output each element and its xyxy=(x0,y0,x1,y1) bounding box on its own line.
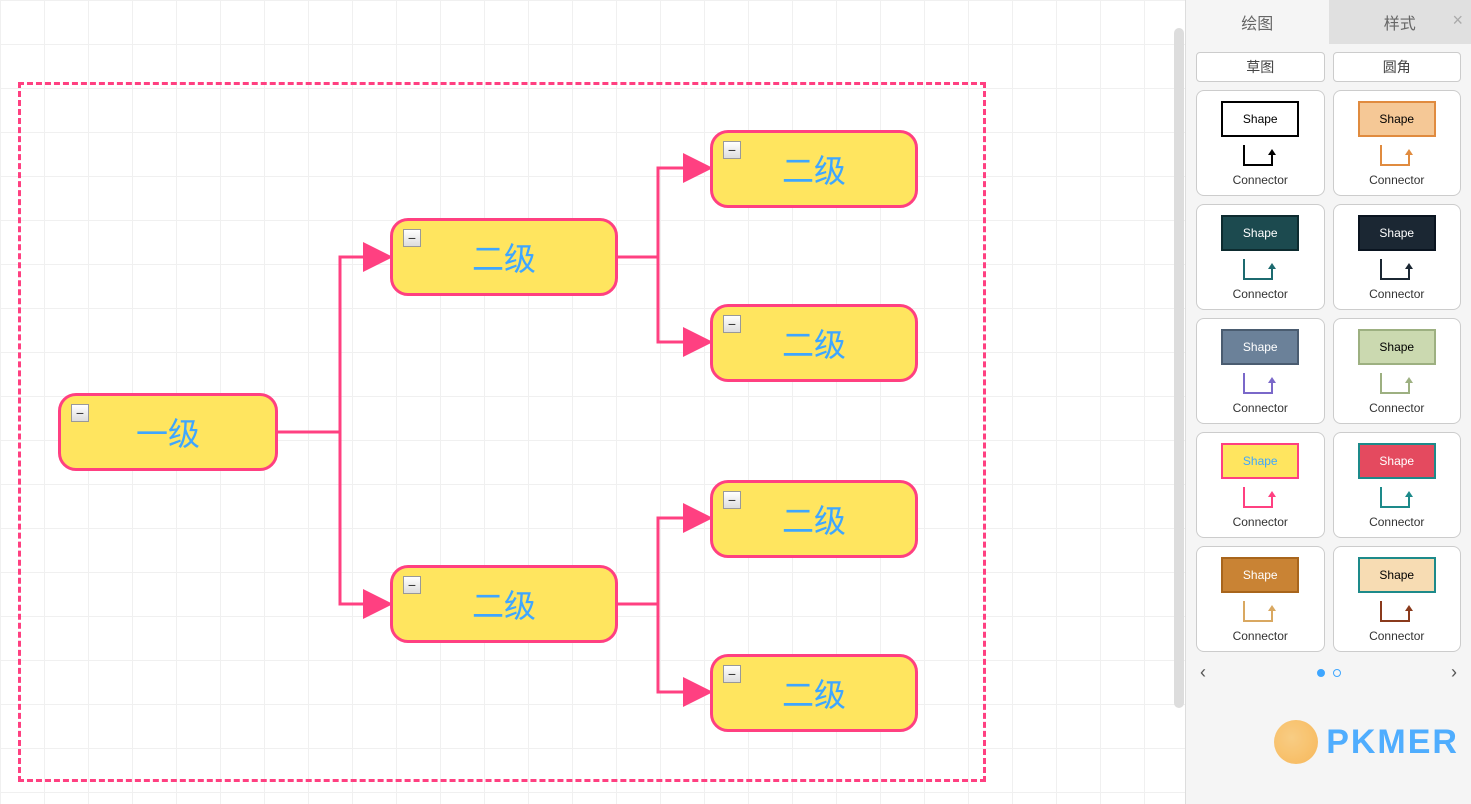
node-l2-2[interactable]: − 二级 xyxy=(390,565,618,643)
style-preset-grid: Shape Connector Shape Connector Shape Connect… xyxy=(1186,90,1471,652)
preset-connector-swatch xyxy=(1238,597,1282,627)
close-icon[interactable]: × xyxy=(1452,10,1463,31)
collapse-icon[interactable]: − xyxy=(403,229,421,247)
preset-connector-label: Connector xyxy=(1369,515,1424,529)
style-preset-4[interactable]: Shape Connector xyxy=(1333,204,1462,310)
preset-connector-label: Connector xyxy=(1369,287,1424,301)
node-l3-4[interactable]: − 二级 xyxy=(710,654,918,732)
preset-connector-label: Connector xyxy=(1233,173,1288,187)
node-label: 二级 xyxy=(472,581,536,627)
preset-connector-swatch xyxy=(1375,255,1419,285)
style-preset-7[interactable]: Shape Connector xyxy=(1196,432,1325,538)
tab-draw[interactable]: 绘图 xyxy=(1186,0,1329,44)
preset-shape-swatch: Shape xyxy=(1221,101,1299,137)
preset-pager: ‹ › xyxy=(1186,652,1471,693)
style-preset-9[interactable]: Shape Connector xyxy=(1196,546,1325,652)
collapse-icon[interactable]: − xyxy=(723,315,741,333)
preset-shape-swatch: Shape xyxy=(1221,557,1299,593)
style-preset-8[interactable]: Shape Connector xyxy=(1333,432,1462,538)
rounded-button[interactable]: 圆角 xyxy=(1333,52,1462,82)
node-l3-1[interactable]: − 二级 xyxy=(710,130,918,208)
preset-connector-swatch xyxy=(1375,141,1419,171)
style-preset-2[interactable]: Shape Connector xyxy=(1333,90,1462,196)
preset-connector-swatch xyxy=(1375,369,1419,399)
style-preset-3[interactable]: Shape Connector xyxy=(1196,204,1325,310)
preset-shape-swatch: Shape xyxy=(1221,329,1299,365)
sketch-button[interactable]: 草图 xyxy=(1196,52,1325,82)
vertical-scrollbar[interactable] xyxy=(1174,28,1184,708)
node-label: 二级 xyxy=(782,496,846,542)
watermark-icon xyxy=(1274,720,1318,764)
preset-connector-label: Connector xyxy=(1233,515,1288,529)
pager-prev[interactable]: ‹ xyxy=(1200,662,1206,683)
preset-connector-swatch xyxy=(1238,255,1282,285)
collapse-icon[interactable]: − xyxy=(71,404,89,422)
node-root[interactable]: − 一级 xyxy=(58,393,278,471)
preset-connector-swatch xyxy=(1375,483,1419,513)
preset-connector-swatch xyxy=(1375,597,1419,627)
preset-shape-swatch: Shape xyxy=(1221,215,1299,251)
node-label: 二级 xyxy=(782,670,846,716)
preset-connector-swatch xyxy=(1238,483,1282,513)
preset-shape-swatch: Shape xyxy=(1358,101,1436,137)
node-l3-3[interactable]: − 二级 xyxy=(710,480,918,558)
preset-connector-label: Connector xyxy=(1369,173,1424,187)
node-l2-1[interactable]: − 二级 xyxy=(390,218,618,296)
preset-connector-label: Connector xyxy=(1233,401,1288,415)
node-label: 二级 xyxy=(782,146,846,192)
style-preset-1[interactable]: Shape Connector xyxy=(1196,90,1325,196)
preset-shape-swatch: Shape xyxy=(1358,215,1436,251)
preset-shape-swatch: Shape xyxy=(1358,329,1436,365)
preset-connector-label: Connector xyxy=(1369,629,1424,643)
preset-connector-swatch xyxy=(1238,141,1282,171)
pager-dot-1[interactable] xyxy=(1317,669,1325,677)
preset-shape-swatch: Shape xyxy=(1221,443,1299,479)
preset-shape-swatch: Shape xyxy=(1358,557,1436,593)
tab-style[interactable]: 样式 xyxy=(1329,0,1471,44)
pager-dots xyxy=(1317,669,1341,677)
style-preset-5[interactable]: Shape Connector xyxy=(1196,318,1325,424)
collapse-icon[interactable]: − xyxy=(403,576,421,594)
node-label: 一级 xyxy=(136,409,200,455)
preset-connector-label: Connector xyxy=(1369,401,1424,415)
preset-shape-swatch: Shape xyxy=(1358,443,1436,479)
sidebar-tabs: 绘图 样式 xyxy=(1186,0,1471,44)
pager-dot-2[interactable] xyxy=(1333,669,1341,677)
diagram-canvas[interactable]: − 一级 − 二级 − 二级 − 二级 − 二级 − 二级 − 二级 xyxy=(0,0,1185,804)
format-sidebar: 绘图 样式 × 草图 圆角 Shape Connector Shape Connect… xyxy=(1185,0,1471,804)
collapse-icon[interactable]: − xyxy=(723,141,741,159)
preset-connector-swatch xyxy=(1238,369,1282,399)
node-label: 二级 xyxy=(472,234,536,280)
watermark: PKMER xyxy=(1274,720,1459,764)
pager-next[interactable]: › xyxy=(1451,662,1457,683)
style-preset-10[interactable]: Shape Connector xyxy=(1333,546,1462,652)
node-l3-2[interactable]: − 二级 xyxy=(710,304,918,382)
collapse-icon[interactable]: − xyxy=(723,665,741,683)
collapse-icon[interactable]: − xyxy=(723,491,741,509)
watermark-text: PKMER xyxy=(1326,723,1459,762)
style-preset-6[interactable]: Shape Connector xyxy=(1333,318,1462,424)
preset-connector-label: Connector xyxy=(1233,287,1288,301)
node-label: 二级 xyxy=(782,320,846,366)
preset-connector-label: Connector xyxy=(1233,629,1288,643)
